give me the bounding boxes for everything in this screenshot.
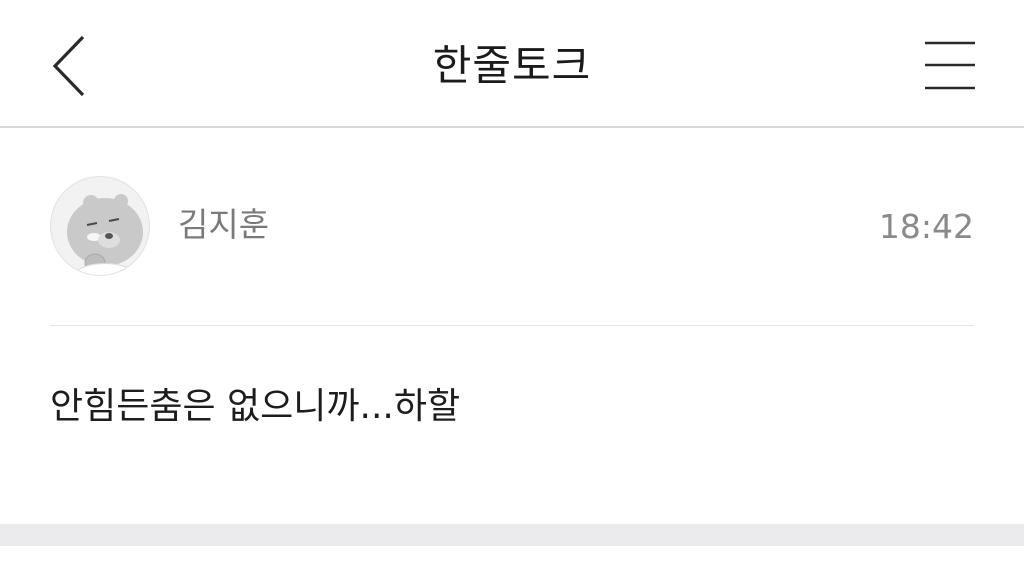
- menu-button[interactable]: [916, 36, 986, 98]
- hamburger-menu-icon: [925, 41, 975, 90]
- section-separator: [0, 524, 1024, 546]
- top-header: 한줄토크: [0, 0, 1024, 128]
- post-time: 18:42: [878, 207, 974, 246]
- post-message: 안힘든춤은 없으니까...하할: [50, 386, 461, 427]
- author-name[interactable]: 김지훈: [178, 200, 269, 250]
- chevron-left-icon: [52, 35, 85, 97]
- talk-post: 김지훈 18:42 안힘든춤은 없으니까...하할: [0, 128, 1024, 524]
- page-title: 한줄토크: [432, 41, 592, 90]
- character-avatar-icon: [67, 194, 143, 275]
- bottom-area: [0, 546, 1024, 577]
- divider: [50, 325, 974, 326]
- back-button[interactable]: [40, 28, 100, 104]
- avatar[interactable]: [50, 176, 150, 276]
- talk-page: 한줄토크 김지훈 18:42 안힘든춤은 없으니까...하할: [0, 0, 1024, 577]
